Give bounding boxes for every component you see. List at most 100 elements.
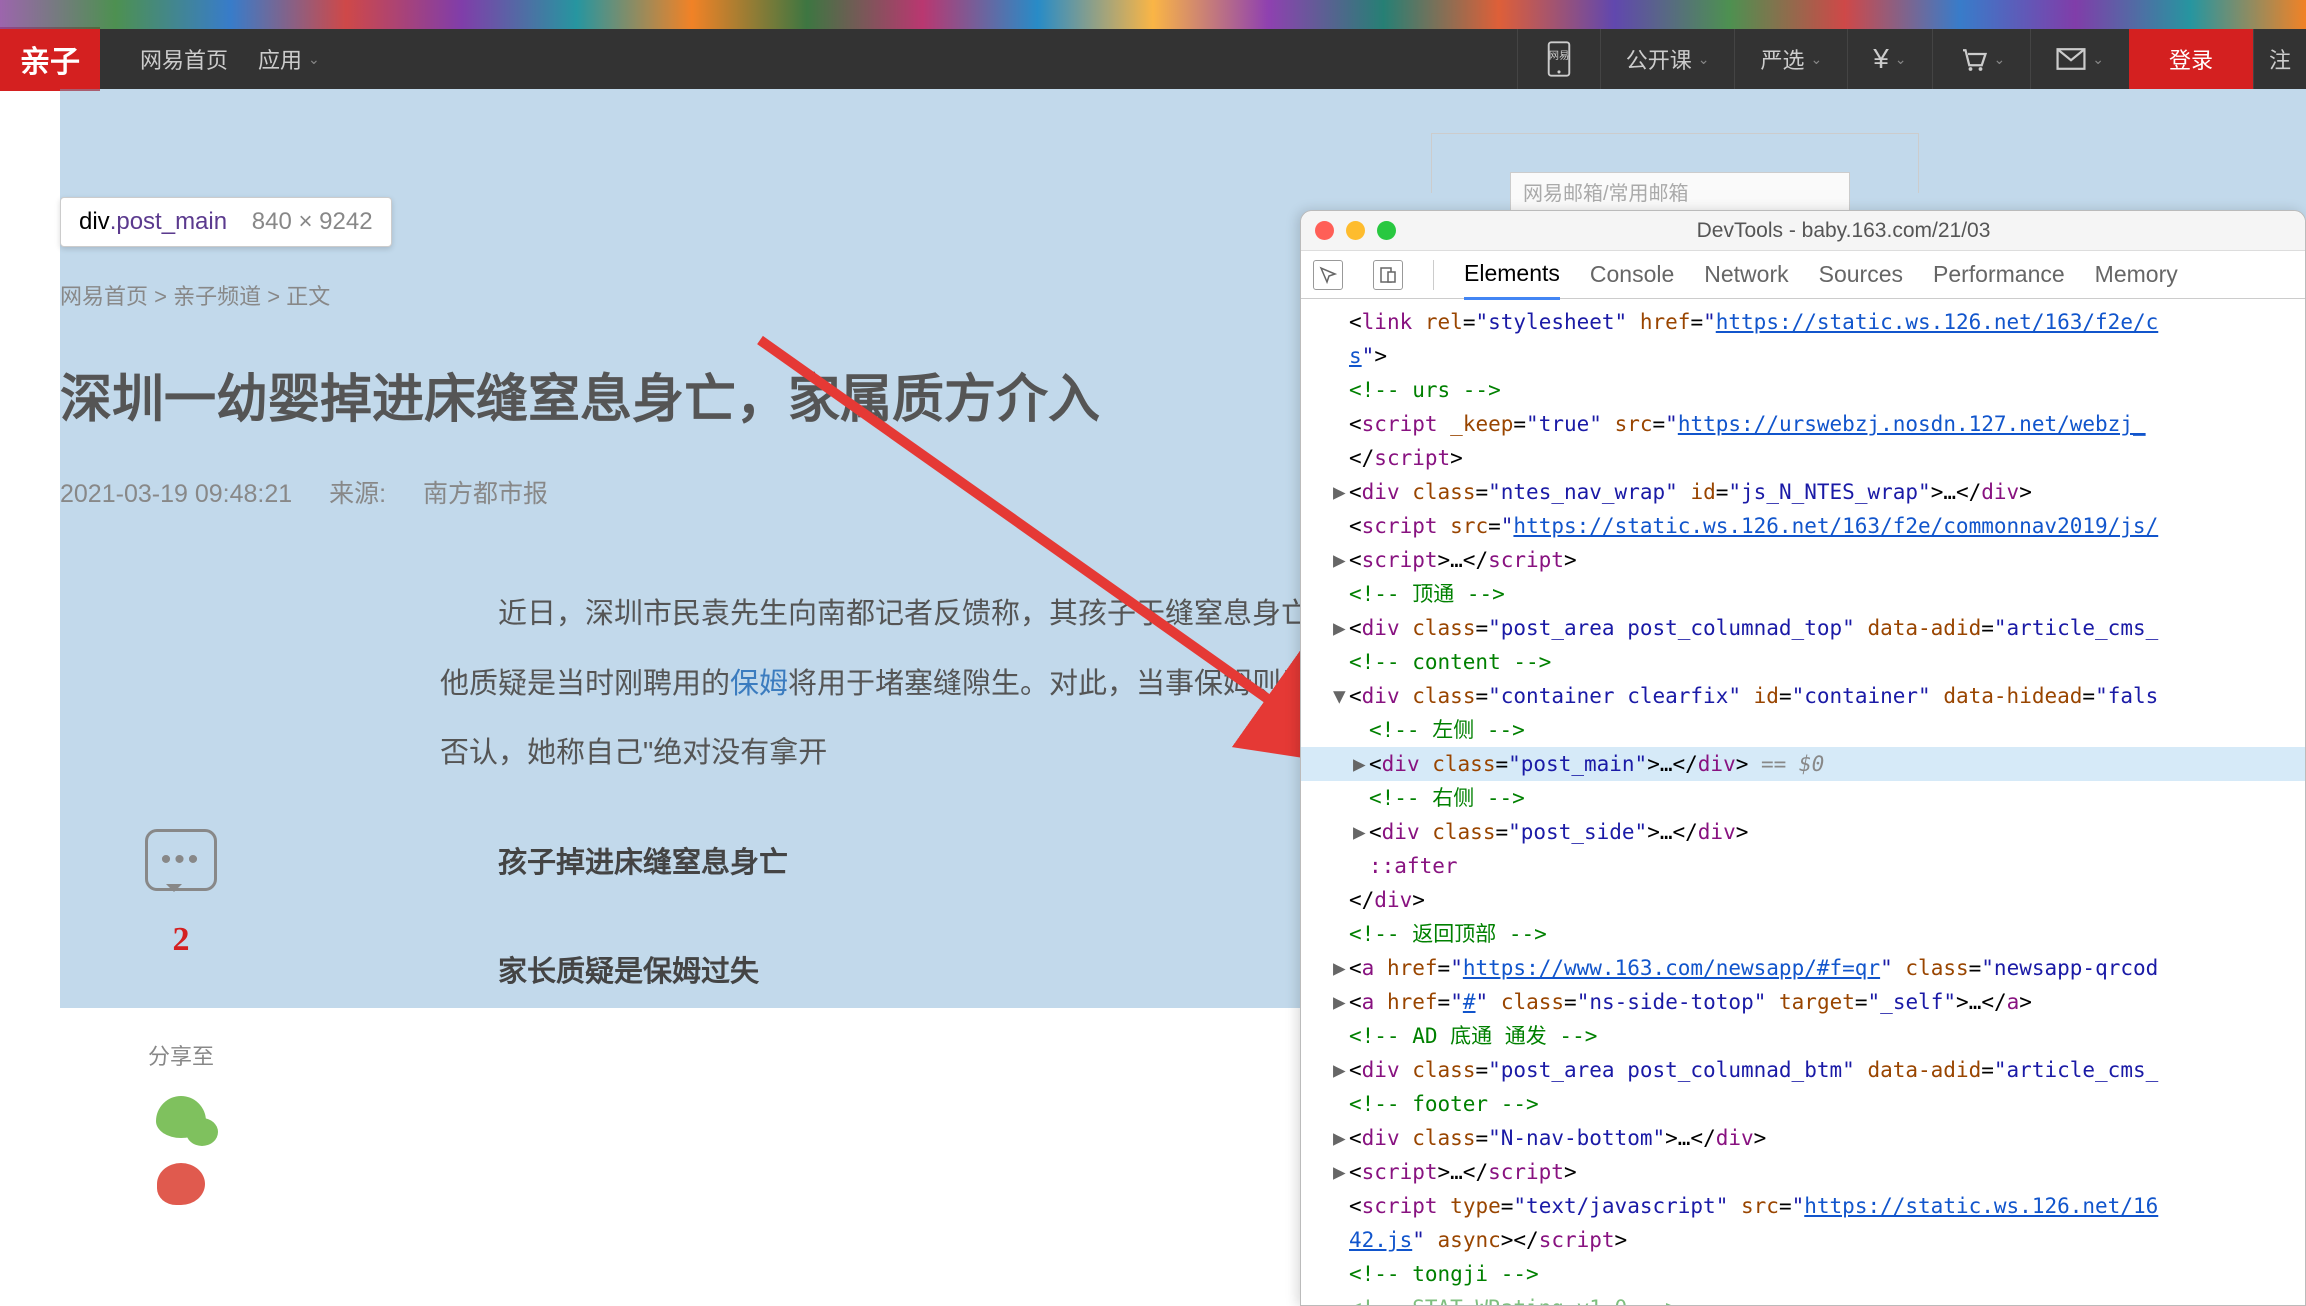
tooltip-class: .post_main (110, 208, 227, 235)
svg-text:网易: 网易 (1548, 50, 1569, 62)
tooltip-tag: div (79, 208, 110, 235)
article-title: 深圳一幼婴掉进床缝窒息身亡，家属质方介入 (60, 361, 1260, 439)
breadcrumb-home[interactable]: 网易首页 (60, 284, 148, 309)
dom-node[interactable]: 42.js" async></script> (1301, 1223, 2305, 1257)
dom-node[interactable]: ▶<a href="https://www.163.com/newsapp/#f… (1301, 951, 2305, 985)
breadcrumb-current: 正文 (286, 284, 330, 309)
dom-node[interactable]: <!-- 返回顶部 --> (1301, 917, 2305, 951)
devtools-title: DevTools - baby.163.com/21/03 (1697, 219, 1991, 243)
dom-node[interactable]: <!-- tongji --> (1301, 1257, 2305, 1291)
dom-node[interactable]: <!-- 顶通 --> (1301, 577, 2305, 611)
weibo-icon[interactable] (157, 1163, 205, 1205)
chevron-down-icon: ⌄ (1698, 51, 1710, 68)
decorative-banner (0, 0, 2306, 29)
dom-node[interactable]: <!-- 左侧 --> (1301, 713, 2305, 747)
dom-node[interactable]: ▶<script>…</script> (1301, 1155, 2305, 1189)
breadcrumb-sep: > (267, 284, 280, 309)
dom-node[interactable]: <!-- AD 底通 通发 --> (1301, 1019, 2305, 1053)
comment-icon[interactable]: ••• (145, 829, 217, 891)
dom-node[interactable]: s"> (1301, 339, 2305, 373)
chevron-down-icon: ⌄ (1895, 51, 1907, 68)
nav-mail[interactable]: ⌄ (2030, 29, 2129, 89)
dom-node[interactable]: <script src="https://static.ws.126.net/1… (1301, 509, 2305, 543)
dom-tree[interactable]: <link rel="stylesheet" href="https://sta… (1301, 299, 2305, 1305)
article-paragraph: 近日，深圳市民袁先生向南都记者反馈称，其孩子于缝窒息身亡，他质疑是当时刚聘用的保… (440, 580, 1340, 789)
phone-icon: 网易 (1543, 41, 1575, 77)
article-subheading: 孩子掉进床缝窒息身亡 (440, 829, 1340, 899)
tab-console[interactable]: Console (1590, 251, 1674, 298)
nav-mobile[interactable]: 网易 (1517, 29, 1600, 89)
minimize-icon[interactable] (1346, 221, 1365, 240)
tab-elements[interactable]: Elements (1464, 250, 1560, 300)
tab-sources[interactable]: Sources (1819, 251, 1903, 298)
article-subheading: 家长质疑是保姆过失 (440, 938, 1340, 1008)
dom-node[interactable]: <!-- urs --> (1301, 373, 2305, 407)
sidebar-placeholder: 网易邮箱/常用邮箱 (1511, 183, 1689, 205)
share-label: 分享至 (145, 1039, 217, 1071)
article-source-label: 来源: (329, 480, 386, 508)
dom-node[interactable]: <!-- footer --> (1301, 1087, 2305, 1121)
wechat-icon[interactable] (156, 1096, 206, 1138)
nav-course[interactable]: 公开课 ⌄ (1600, 29, 1735, 89)
dom-node[interactable]: </div> (1301, 883, 2305, 917)
breadcrumb-sep: > (154, 284, 167, 309)
dom-node[interactable]: ▶<div class="ntes_nav_wrap" id="js_N_NTE… (1301, 475, 2305, 509)
tab-network[interactable]: Network (1704, 251, 1788, 298)
article-body: 近日，深圳市民袁先生向南都记者反馈称，其孩子于缝窒息身亡，他质疑是当时刚聘用的保… (440, 580, 1340, 1008)
nav-apps[interactable]: 应用 ⌄ (258, 43, 320, 75)
site-logo[interactable]: 亲子 (0, 27, 100, 91)
yen-icon: ¥ (1873, 43, 1889, 75)
login-button[interactable]: 登录 (2129, 29, 2253, 89)
window-controls[interactable] (1315, 221, 1396, 240)
tab-performance[interactable]: Performance (1933, 251, 2065, 298)
tab-memory[interactable]: Memory (2095, 251, 2178, 298)
dom-node[interactable]: ::after (1301, 849, 2305, 883)
article-source[interactable]: 南方都市报 (423, 480, 548, 508)
tooltip-dims: 840 × 9242 (252, 208, 373, 235)
dom-node[interactable]: </script> (1301, 441, 2305, 475)
mail-icon (2056, 48, 2086, 70)
nav-course-label: 公开课 (1626, 43, 1692, 75)
devtools-tabs: Elements Console Network Sources Perform… (1301, 251, 2305, 299)
comment-panel: ••• 2 分享至 (145, 829, 217, 1205)
dom-node[interactable]: ▶<a href="#" class="ns-side-totop" targe… (1301, 985, 2305, 1019)
cart-icon (1958, 45, 1988, 73)
dom-node[interactable]: <!-- content --> (1301, 645, 2305, 679)
dom-node[interactable]: ▶<div class="post_area post_columnad_top… (1301, 611, 2305, 645)
dom-node[interactable]: ▶<script>…</script> (1301, 543, 2305, 577)
dom-node[interactable]: <!-- STAT WRating v1 0 --> (1301, 1291, 2305, 1305)
nav-home[interactable]: 网易首页 (140, 43, 228, 75)
dom-node[interactable]: <script type="text/javascript" src="http… (1301, 1189, 2305, 1223)
comment-count: 2 (145, 921, 217, 959)
article-timestamp: 2021-03-19 09:48:21 (60, 480, 292, 508)
device-icon[interactable] (1373, 260, 1403, 290)
article-link[interactable]: 保姆 (730, 668, 788, 700)
dom-node[interactable]: ▶<div class="post_area post_columnad_btm… (1301, 1053, 2305, 1087)
dom-node-selected[interactable]: ▶<div class="post_main">…</div> == $0 (1301, 747, 2305, 781)
dom-node[interactable]: ▶<div class="post_side">…</div> (1301, 815, 2305, 849)
top-nav: 亲子 网易首页 应用⌄ 网易 公开课⌄ 严选⌄ ¥⌄ ⌄ ⌄ 登录 注 (0, 29, 2306, 89)
nav-select-label: 严选 (1760, 43, 1804, 75)
close-icon[interactable] (1315, 221, 1334, 240)
inspector-tooltip: div.post_main 840 × 9242 (60, 197, 392, 247)
chevron-down-icon: ⌄ (1810, 51, 1822, 68)
nav-pay[interactable]: ¥⌄ (1847, 29, 1931, 89)
chevron-down-icon: ⌄ (308, 51, 320, 68)
devtools-window[interactable]: DevTools - baby.163.com/21/03 Elements C… (1300, 210, 2306, 1306)
chevron-down-icon: ⌄ (2092, 51, 2104, 68)
dom-node[interactable]: ▼<div class="container clearfix" id="con… (1301, 679, 2305, 713)
devtools-titlebar[interactable]: DevTools - baby.163.com/21/03 (1301, 211, 2305, 251)
nav-select[interactable]: 严选 ⌄ (1734, 29, 1847, 89)
breadcrumb-channel[interactable]: 亲子频道 (173, 284, 261, 309)
dom-node[interactable]: <!-- 右侧 --> (1301, 781, 2305, 815)
maximize-icon[interactable] (1377, 221, 1396, 240)
dom-node[interactable]: <link rel="stylesheet" href="https://sta… (1301, 305, 2305, 339)
inspect-icon[interactable] (1313, 260, 1343, 290)
nav-apps-label: 应用 (258, 43, 302, 75)
dom-node[interactable]: <script _keep="true" src="https://ursweb… (1301, 407, 2305, 441)
dom-node[interactable]: ▶<div class="N-nav-bottom">…</div> (1301, 1121, 2305, 1155)
nav-more[interactable]: 注 (2253, 29, 2306, 89)
sidebar-login-input[interactable]: 网易邮箱/常用邮箱 (1510, 172, 1850, 214)
chevron-down-icon: ⌄ (1994, 51, 2006, 68)
nav-cart[interactable]: ⌄ (1932, 29, 2031, 89)
